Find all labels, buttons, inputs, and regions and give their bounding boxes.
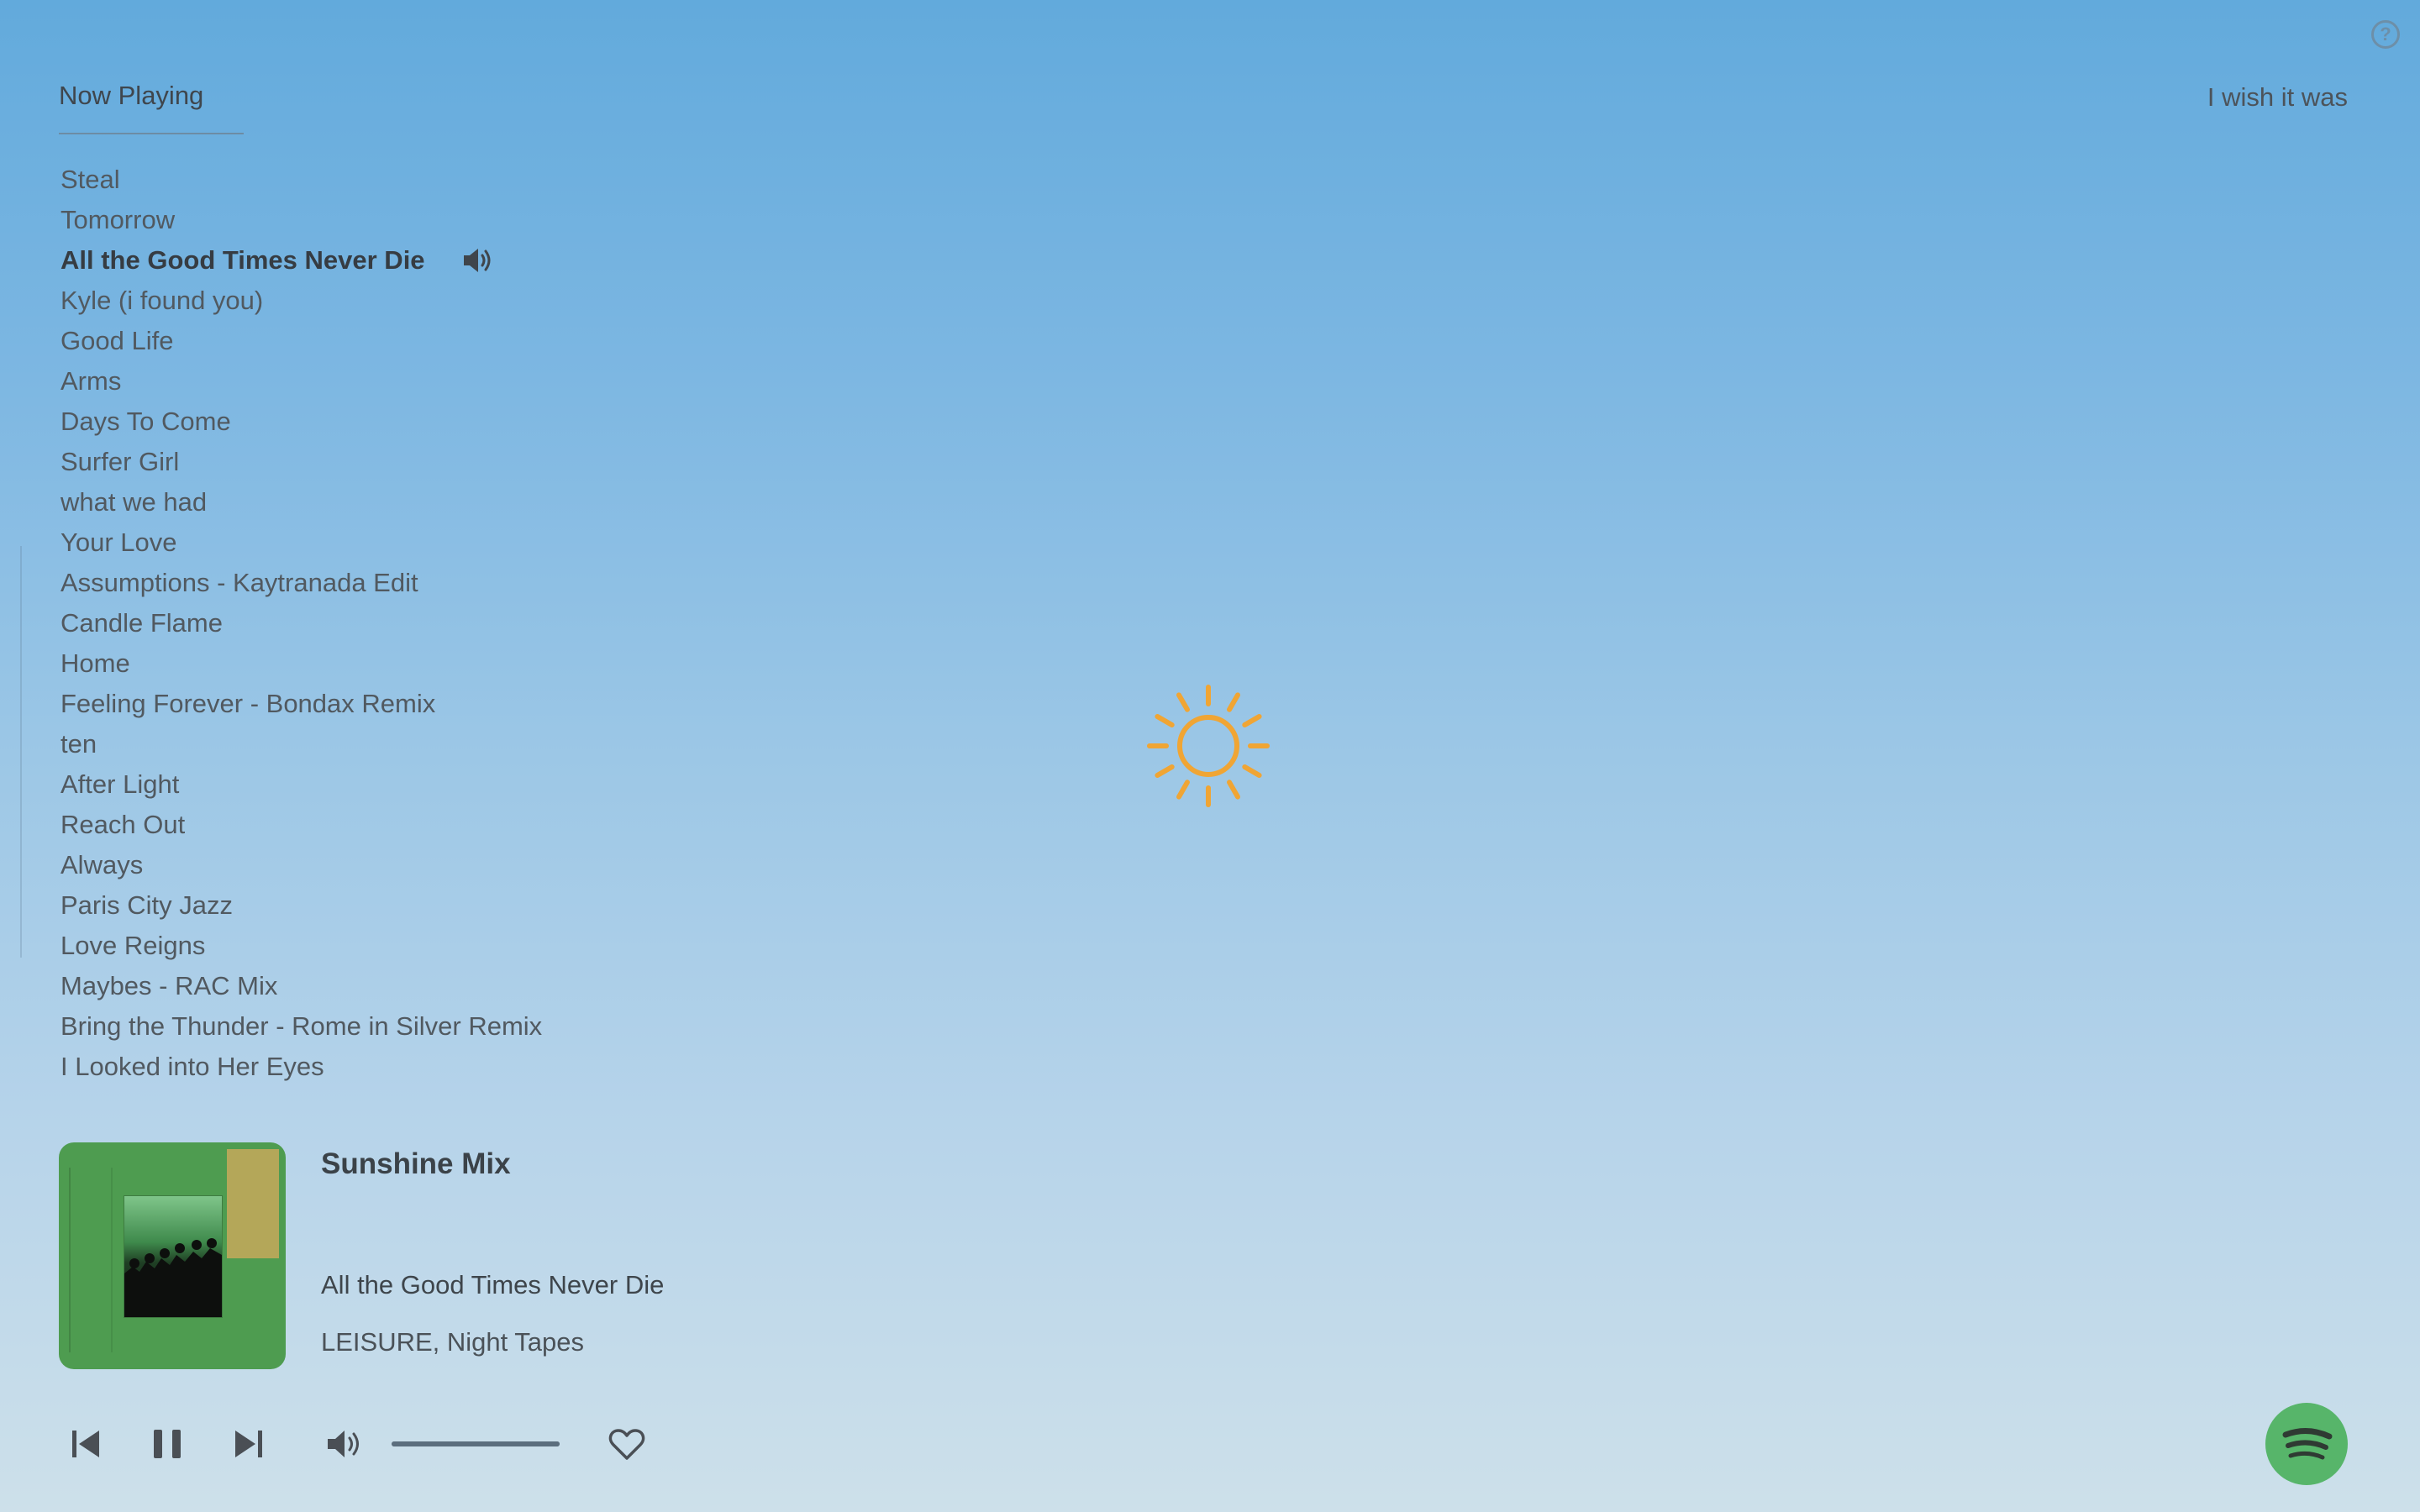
- track-title: Bring the Thunder - Rome in Silver Remix: [60, 1011, 543, 1041]
- previous-icon[interactable]: [71, 1428, 101, 1460]
- track-title: ten: [60, 729, 97, 759]
- track-item[interactable]: Your Love: [60, 522, 542, 563]
- heart-icon[interactable]: [608, 1428, 645, 1462]
- track-item[interactable]: I Looked into Her Eyes: [60, 1047, 542, 1087]
- tab-underline: [59, 133, 244, 134]
- album-photo: [124, 1196, 222, 1317]
- track-title: Reach Out: [60, 810, 186, 839]
- track-item[interactable]: Good Life: [60, 321, 542, 361]
- sun-ray: [1227, 692, 1240, 712]
- sun-ray: [1155, 714, 1175, 727]
- track-title: Assumptions - Kaytranada Edit: [60, 568, 418, 597]
- track-item[interactable]: Bring the Thunder - Rome in Silver Remix: [60, 1006, 542, 1047]
- track-item[interactable]: Surfer Girl: [60, 442, 542, 482]
- album-art[interactable]: [59, 1142, 286, 1369]
- sun-ray: [1242, 764, 1262, 778]
- playlist-name[interactable]: Sunshine Mix: [321, 1147, 511, 1181]
- track-item[interactable]: Feeling Forever - Bondax Remix: [60, 684, 542, 724]
- track-title: Feeling Forever - Bondax Remix: [60, 689, 436, 718]
- tab-now-playing[interactable]: Now Playing: [59, 81, 203, 111]
- song-artist[interactable]: LEISURE, Night Tapes: [321, 1327, 584, 1357]
- track-title: Days To Come: [60, 407, 231, 436]
- track-title: Tomorrow: [60, 205, 176, 234]
- track-item[interactable]: Tomorrow: [60, 200, 542, 240]
- track-item[interactable]: Paris City Jazz: [60, 885, 542, 926]
- track-item[interactable]: ten: [60, 724, 542, 764]
- spotify-icon[interactable]: [2265, 1403, 2348, 1485]
- track-title: Surfer Girl: [60, 447, 180, 476]
- track-title: Home: [60, 648, 130, 678]
- volume-slider[interactable]: [392, 1441, 560, 1446]
- album-decoration: [69, 1168, 113, 1352]
- sun-ray: [1227, 780, 1240, 800]
- track-title: Maybes - RAC Mix: [60, 971, 278, 1000]
- sun-ray: [1155, 764, 1175, 778]
- status-message: I wish it was: [2207, 82, 2348, 112]
- track-title: Love Reigns: [60, 931, 206, 960]
- track-item[interactable]: Steal: [60, 160, 542, 200]
- sun-ray: [1242, 714, 1262, 727]
- track-title: Steal: [60, 165, 120, 194]
- sun-ray: [1176, 780, 1190, 800]
- track-item[interactable]: Reach Out: [60, 805, 542, 845]
- track-title: Good Life: [60, 326, 174, 355]
- sun-ray: [1176, 692, 1190, 712]
- track-item[interactable]: Days To Come: [60, 402, 542, 442]
- track-title: Your Love: [60, 528, 177, 557]
- track-item[interactable]: Kyle (i found you): [60, 281, 542, 321]
- pause-icon[interactable]: [151, 1428, 183, 1460]
- volume-fill: [392, 1441, 560, 1446]
- track-title: Kyle (i found you): [60, 286, 264, 315]
- volume-icon[interactable]: [326, 1428, 365, 1460]
- sun-icon: [1147, 685, 1270, 807]
- track-item[interactable]: All the Good Times Never Die: [60, 240, 542, 281]
- track-item[interactable]: Maybes - RAC Mix: [60, 966, 542, 1006]
- track-item[interactable]: Home: [60, 643, 542, 684]
- track-title: I Looked into Her Eyes: [60, 1052, 324, 1081]
- track-item[interactable]: After Light: [60, 764, 542, 805]
- track-item[interactable]: Love Reigns: [60, 926, 542, 966]
- track-title: Always: [60, 850, 144, 879]
- track-item[interactable]: what we had: [60, 482, 542, 522]
- track-list: Steal Tomorrow All the Good Times Never Di…: [60, 160, 542, 1087]
- track-title: Arms: [60, 366, 122, 396]
- track-title: what we had: [60, 487, 208, 517]
- next-icon[interactable]: [234, 1428, 264, 1460]
- now-playing-speaker-icon: [462, 246, 496, 275]
- track-item[interactable]: Assumptions - Kaytranada Edit: [60, 563, 542, 603]
- track-title: After Light: [60, 769, 180, 799]
- side-divider: [20, 546, 22, 958]
- help-icon[interactable]: ?: [2371, 20, 2400, 49]
- song-title[interactable]: All the Good Times Never Die: [321, 1270, 664, 1300]
- album-note: [227, 1149, 279, 1258]
- track-item[interactable]: Candle Flame: [60, 603, 542, 643]
- track-item[interactable]: Always: [60, 845, 542, 885]
- track-title: Paris City Jazz: [60, 890, 233, 920]
- track-title: All the Good Times Never Die: [60, 245, 425, 275]
- track-item[interactable]: Arms: [60, 361, 542, 402]
- track-title: Candle Flame: [60, 608, 223, 638]
